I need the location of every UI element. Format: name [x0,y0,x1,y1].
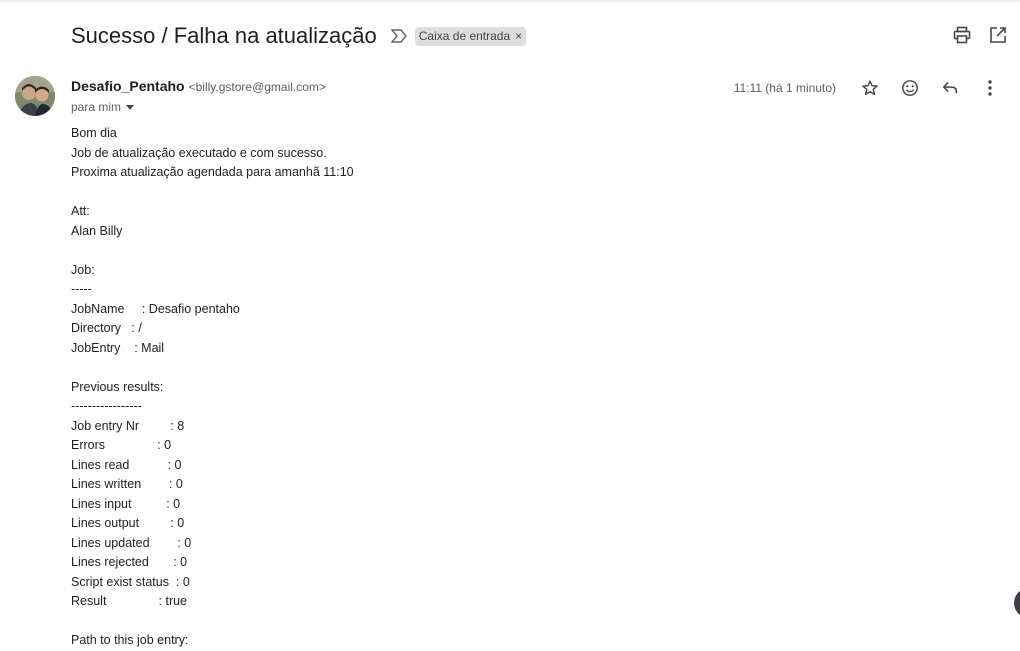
email-body-line: Lines input : 0 [71,496,181,511]
email-body-line: Lines output : 0 [71,516,185,530]
email-body-line: Job entry Nr : 8 [71,418,185,433]
email-body-line: Proxima atualização agendada para amanhã… [71,165,354,179]
email-body-line [71,612,951,632]
email-body-line: Errors : 0 [71,438,172,452]
email-body-line: Lines rejected : 0 [71,555,188,569]
email-body: Bom dia Job de atualização executado e co… [71,124,951,651]
email-body-line: Job: [71,262,95,277]
sender-name[interactable]: Desafio_Pentaho [71,78,185,94]
remove-label-icon[interactable]: × [515,29,522,43]
floating-action-button[interactable] [1014,588,1020,618]
email-body-line: Att: [71,204,90,218]
email-body-line: Lines read : 0 [71,457,182,472]
email-body-line: Bom dia [71,126,117,140]
email-body-line: Lines updated : 0 [71,535,192,550]
email-body-line: ----------------- [71,399,142,413]
email-body-line: ----- [71,282,92,296]
email-body-line: Job de atualização executado e com suces… [71,145,327,160]
reply-icon[interactable] [930,76,970,100]
email-body-line: JobEntry : Mail [71,340,165,355]
email-body-line [71,241,951,261]
message-actions: 11:11 (há 1 minuto) [734,76,1010,100]
print-icon[interactable] [952,24,972,46]
label-chip-text: Caixa de entrada [418,29,511,43]
email-body-line: Lines written : 0 [71,477,183,491]
toolbar-top-right [952,24,1008,46]
email-subject: Sucesso / Falha na atualização [71,23,377,48]
chevron-down-icon[interactable] [125,100,135,114]
emoji-reaction-icon[interactable] [890,76,930,100]
email-body-line: Alan Billy [71,223,123,238]
email-body-line: Previous results: [71,379,164,394]
sender-email: <billy.gstore@gmail.com> [188,80,326,94]
email-body-line: JobName : Desafio pentaho [71,301,240,316]
email-body-line: Result : true [71,594,188,608]
open-in-new-window-icon[interactable] [988,24,1008,46]
email-body-line [71,358,951,378]
email-body-line [71,183,951,203]
email-body-line: Directory : / [71,321,142,335]
subject-row: Sucesso / Falha na atualização Caixa de … [71,20,527,52]
email-body-line: Path to this job entry: [71,633,189,647]
recipient-row[interactable]: para mim [71,100,135,114]
avatar[interactable] [15,76,55,116]
sender-row: Desafio_Pentaho <billy.gstore@gmail.com> [71,78,326,94]
importance-marker-icon[interactable] [389,26,409,46]
timestamp: 11:11 (há 1 minuto) [733,81,836,95]
email-body-line: Script exist status : 0 [71,574,190,589]
label-chip-inbox[interactable]: Caixa de entrada × [414,26,527,46]
recipient-label: para mim [71,100,122,114]
star-icon[interactable] [850,76,890,100]
more-vertical-icon[interactable] [970,76,1010,100]
top-accent-line [0,0,1020,2]
